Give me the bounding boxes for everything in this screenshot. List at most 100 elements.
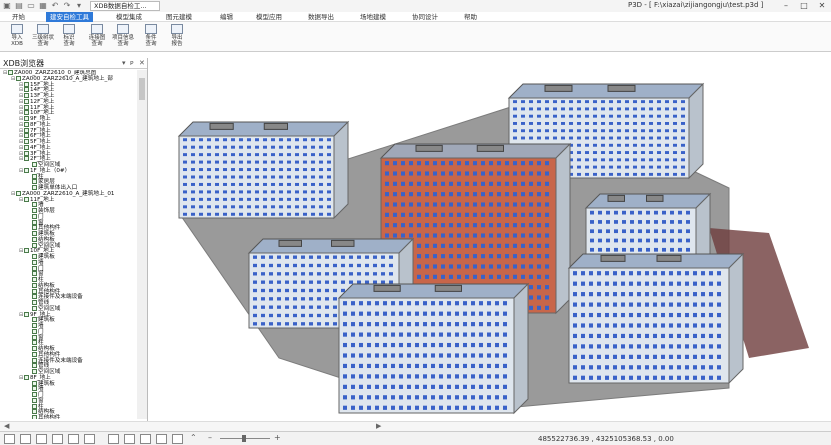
menu-model-integration[interactable]: 模型集成 [116,12,142,22]
tree-checkbox[interactable] [32,231,37,236]
ribbon-button-5[interactable]: 条件 查询 [138,24,164,50]
3d-viewport[interactable] [149,58,831,421]
tree-checkbox[interactable] [24,311,29,317]
menu-element-modeling[interactable]: 图元建模 [166,12,192,22]
tree-checkbox[interactable] [32,162,37,167]
tree-checkbox[interactable] [32,277,37,282]
tree-checkbox[interactable] [24,116,29,121]
tree-checkbox[interactable] [24,139,29,144]
tree-checkbox[interactable] [32,305,37,311]
tree-checkbox[interactable] [32,328,37,334]
view-front-icon[interactable] [108,434,119,444]
tree-checkbox[interactable] [32,363,37,369]
tree-checkbox[interactable] [24,104,29,110]
zoom-slider-thumb[interactable] [242,435,246,442]
tree-checkbox[interactable] [32,225,37,231]
ribbon-button-2[interactable]: 标识 查询 [56,24,82,50]
zoom-in-icon[interactable]: + [274,433,281,442]
tree-checkbox[interactable] [32,300,37,305]
tree-checkbox[interactable] [32,282,37,288]
tree-checkbox[interactable] [24,196,29,202]
tree-checkbox[interactable] [24,150,29,156]
tree-checkbox[interactable] [16,190,21,196]
tree-checkbox[interactable] [32,346,37,351]
menu-model-apply[interactable]: 模型应用 [256,12,282,22]
view-extent-icon[interactable] [36,434,47,444]
tree-checkbox[interactable] [32,357,37,363]
view-shade-icon[interactable] [172,434,183,444]
tree-checkbox[interactable] [24,87,29,93]
tree-checkbox[interactable] [24,374,29,380]
tree-checkbox[interactable] [32,208,37,213]
tree-checkbox[interactable] [32,415,37,419]
menu-start[interactable]: 开始 [12,12,25,22]
tree-checkbox[interactable] [32,369,37,374]
tree-checkbox[interactable] [32,288,37,294]
print-icon[interactable]: ▦ [38,1,48,11]
minimize-icon[interactable]: – [777,0,795,12]
open-icon[interactable]: ▭ [26,1,36,11]
document-tab[interactable]: XDB数据自检工... [90,1,160,11]
menu-help[interactable]: 帮助 [464,12,477,22]
tree-checkbox[interactable] [32,254,37,259]
tree-checkbox[interactable] [24,144,29,150]
tree-checkbox[interactable] [32,340,37,346]
tree-checkbox[interactable] [32,403,37,409]
ribbon-button-1[interactable]: 三级树状 查询 [30,24,56,50]
tree-checkbox[interactable] [32,179,37,185]
tree-checkbox[interactable] [32,236,37,242]
tree-scrollbar-thumb[interactable] [139,78,145,100]
tree-checkbox[interactable] [32,397,37,403]
menu-site-modeling[interactable]: 场地建模 [360,12,386,22]
tree-checkbox[interactable] [24,98,29,104]
tree-checkbox[interactable] [24,93,29,98]
maximize-icon[interactable]: □ [795,0,813,12]
tree-checkbox[interactable] [32,219,37,225]
menu-self-check-tools[interactable]: 建安自检工具 [46,12,93,22]
panel-pin-icon[interactable]: ▾ [122,58,126,69]
scroll-left-icon[interactable]: ◀ [4,422,9,431]
menu-collab-design[interactable]: 协同设计 [412,12,438,22]
tree-checkbox[interactable] [32,317,37,323]
ribbon-button-3[interactable]: 连接图 查询 [84,24,110,50]
scroll-right-icon[interactable]: ▶ [376,422,381,431]
view-rotate-icon[interactable] [52,434,63,444]
tree-checkbox[interactable] [32,386,37,392]
panel-pin-icon-2[interactable]: ᴘ [130,58,134,69]
tree-checkbox[interactable] [24,110,29,116]
panel-close-icon[interactable]: ✕ [139,58,145,69]
zoom-out-icon[interactable]: – [208,433,212,442]
tree-checkbox[interactable] [24,167,29,173]
undo-icon[interactable]: ↶ [50,1,60,11]
dropdown-icon[interactable]: ▾ [74,1,84,11]
tree-checkbox[interactable] [32,351,37,357]
view-top-icon[interactable] [156,434,167,444]
tree-checkbox[interactable] [32,265,37,271]
tree-node[interactable]: 其他构件 [27,415,60,419]
tree-checkbox[interactable] [32,259,37,265]
tree-checkbox[interactable] [24,127,29,133]
view-pan-icon[interactable] [68,434,79,444]
tree-checkbox[interactable] [24,156,29,162]
ribbon-button-0[interactable]: 导入 XDB [4,24,30,50]
menu-data-export[interactable]: 数据导出 [308,12,334,22]
ribbon-button-6[interactable]: 导出 报告 [164,24,190,50]
ribbon-button-4[interactable]: 项目信息 查询 [110,24,136,50]
building-a[interactable] [177,120,350,220]
tree-checkbox[interactable] [16,75,21,81]
view-side-icon[interactable] [124,434,135,444]
tree-checkbox[interactable] [32,380,37,386]
save-icon[interactable]: ▤ [14,1,24,11]
tree-checkbox[interactable] [8,70,13,75]
tree-checkbox[interactable] [24,248,29,254]
view-walk-icon[interactable] [84,434,95,444]
horizontal-scrollbar[interactable]: ◀ ▶ [0,421,831,431]
tree-checkbox[interactable] [24,81,29,87]
tree-checkbox[interactable] [32,213,37,219]
collapse-icon[interactable]: ⌃ [190,433,197,442]
tree-checkbox[interactable] [24,133,29,139]
close-icon[interactable]: ✕ [813,0,831,12]
redo-icon[interactable]: ↷ [62,1,72,11]
view-window-icon[interactable] [20,434,31,444]
building-f[interactable] [567,252,745,385]
